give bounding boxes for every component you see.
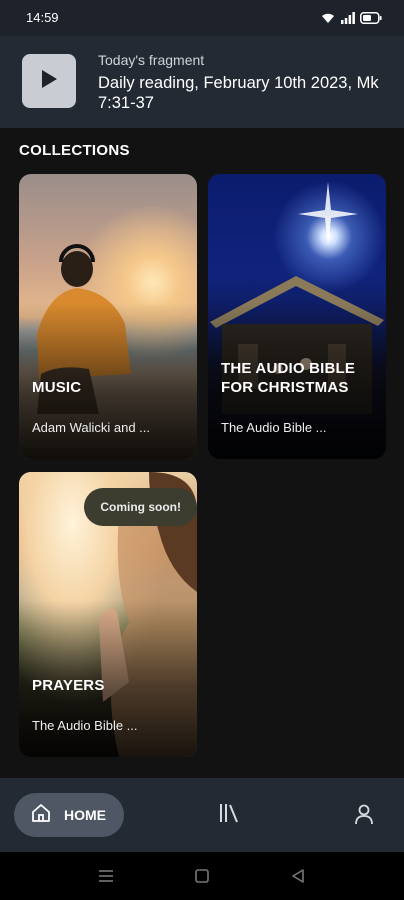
card-subtitle: The Audio Bible ... (221, 420, 327, 435)
fragment-title[interactable]: Daily reading, February 10th 2023, Mk 7:… (98, 73, 388, 113)
status-icons (320, 11, 382, 29)
system-navigation-bar (0, 852, 404, 900)
collections-heading: COLLECTIONS (19, 142, 130, 159)
home-icon (30, 802, 52, 829)
collection-card-prayers[interactable]: Coming soon! PRAYERS The Audio Bible ... (19, 472, 197, 757)
bottom-navigation: HOME (0, 778, 404, 852)
todays-fragment-header[interactable]: Today's fragment Daily reading, February… (0, 36, 404, 128)
card-title: MUSIC (32, 379, 82, 396)
home-square-icon[interactable] (192, 866, 212, 886)
play-button[interactable] (22, 54, 76, 108)
nav-library-button[interactable] (214, 802, 244, 828)
play-icon (39, 68, 59, 95)
collection-card-music[interactable]: MUSIC Adam Walicki and ... (19, 174, 197, 459)
status-bar: 14:59 (0, 0, 404, 36)
card-subtitle: Adam Walicki and ... (32, 420, 151, 435)
signal-icon (341, 11, 355, 29)
card-shade (208, 174, 386, 459)
coming-soon-badge: Coming soon! (84, 488, 197, 526)
status-time: 14:59 (26, 10, 59, 25)
fragment-label: Today's fragment (98, 52, 205, 68)
card-title: PRAYERS (32, 677, 105, 694)
nav-profile-button[interactable] (350, 802, 378, 830)
card-shade (19, 174, 197, 459)
card-title: THE AUDIO BIBLE FOR CHRISTMAS (221, 360, 356, 396)
main-content: COLLECTIONS MUSIC Adam Walicki and ... T… (0, 128, 404, 778)
wifi-icon (320, 11, 336, 29)
card-subtitle: The Audio Bible ... (32, 718, 138, 733)
back-icon[interactable] (288, 866, 308, 886)
battery-icon (360, 11, 382, 29)
library-icon (218, 802, 240, 829)
nav-home-button[interactable]: HOME (14, 793, 124, 837)
menu-icon[interactable] (96, 866, 116, 886)
nav-home-label: HOME (64, 807, 106, 823)
collection-card-christmas[interactable]: THE AUDIO BIBLE FOR CHRISTMAS The Audio … (208, 174, 386, 459)
profile-icon (353, 803, 375, 830)
